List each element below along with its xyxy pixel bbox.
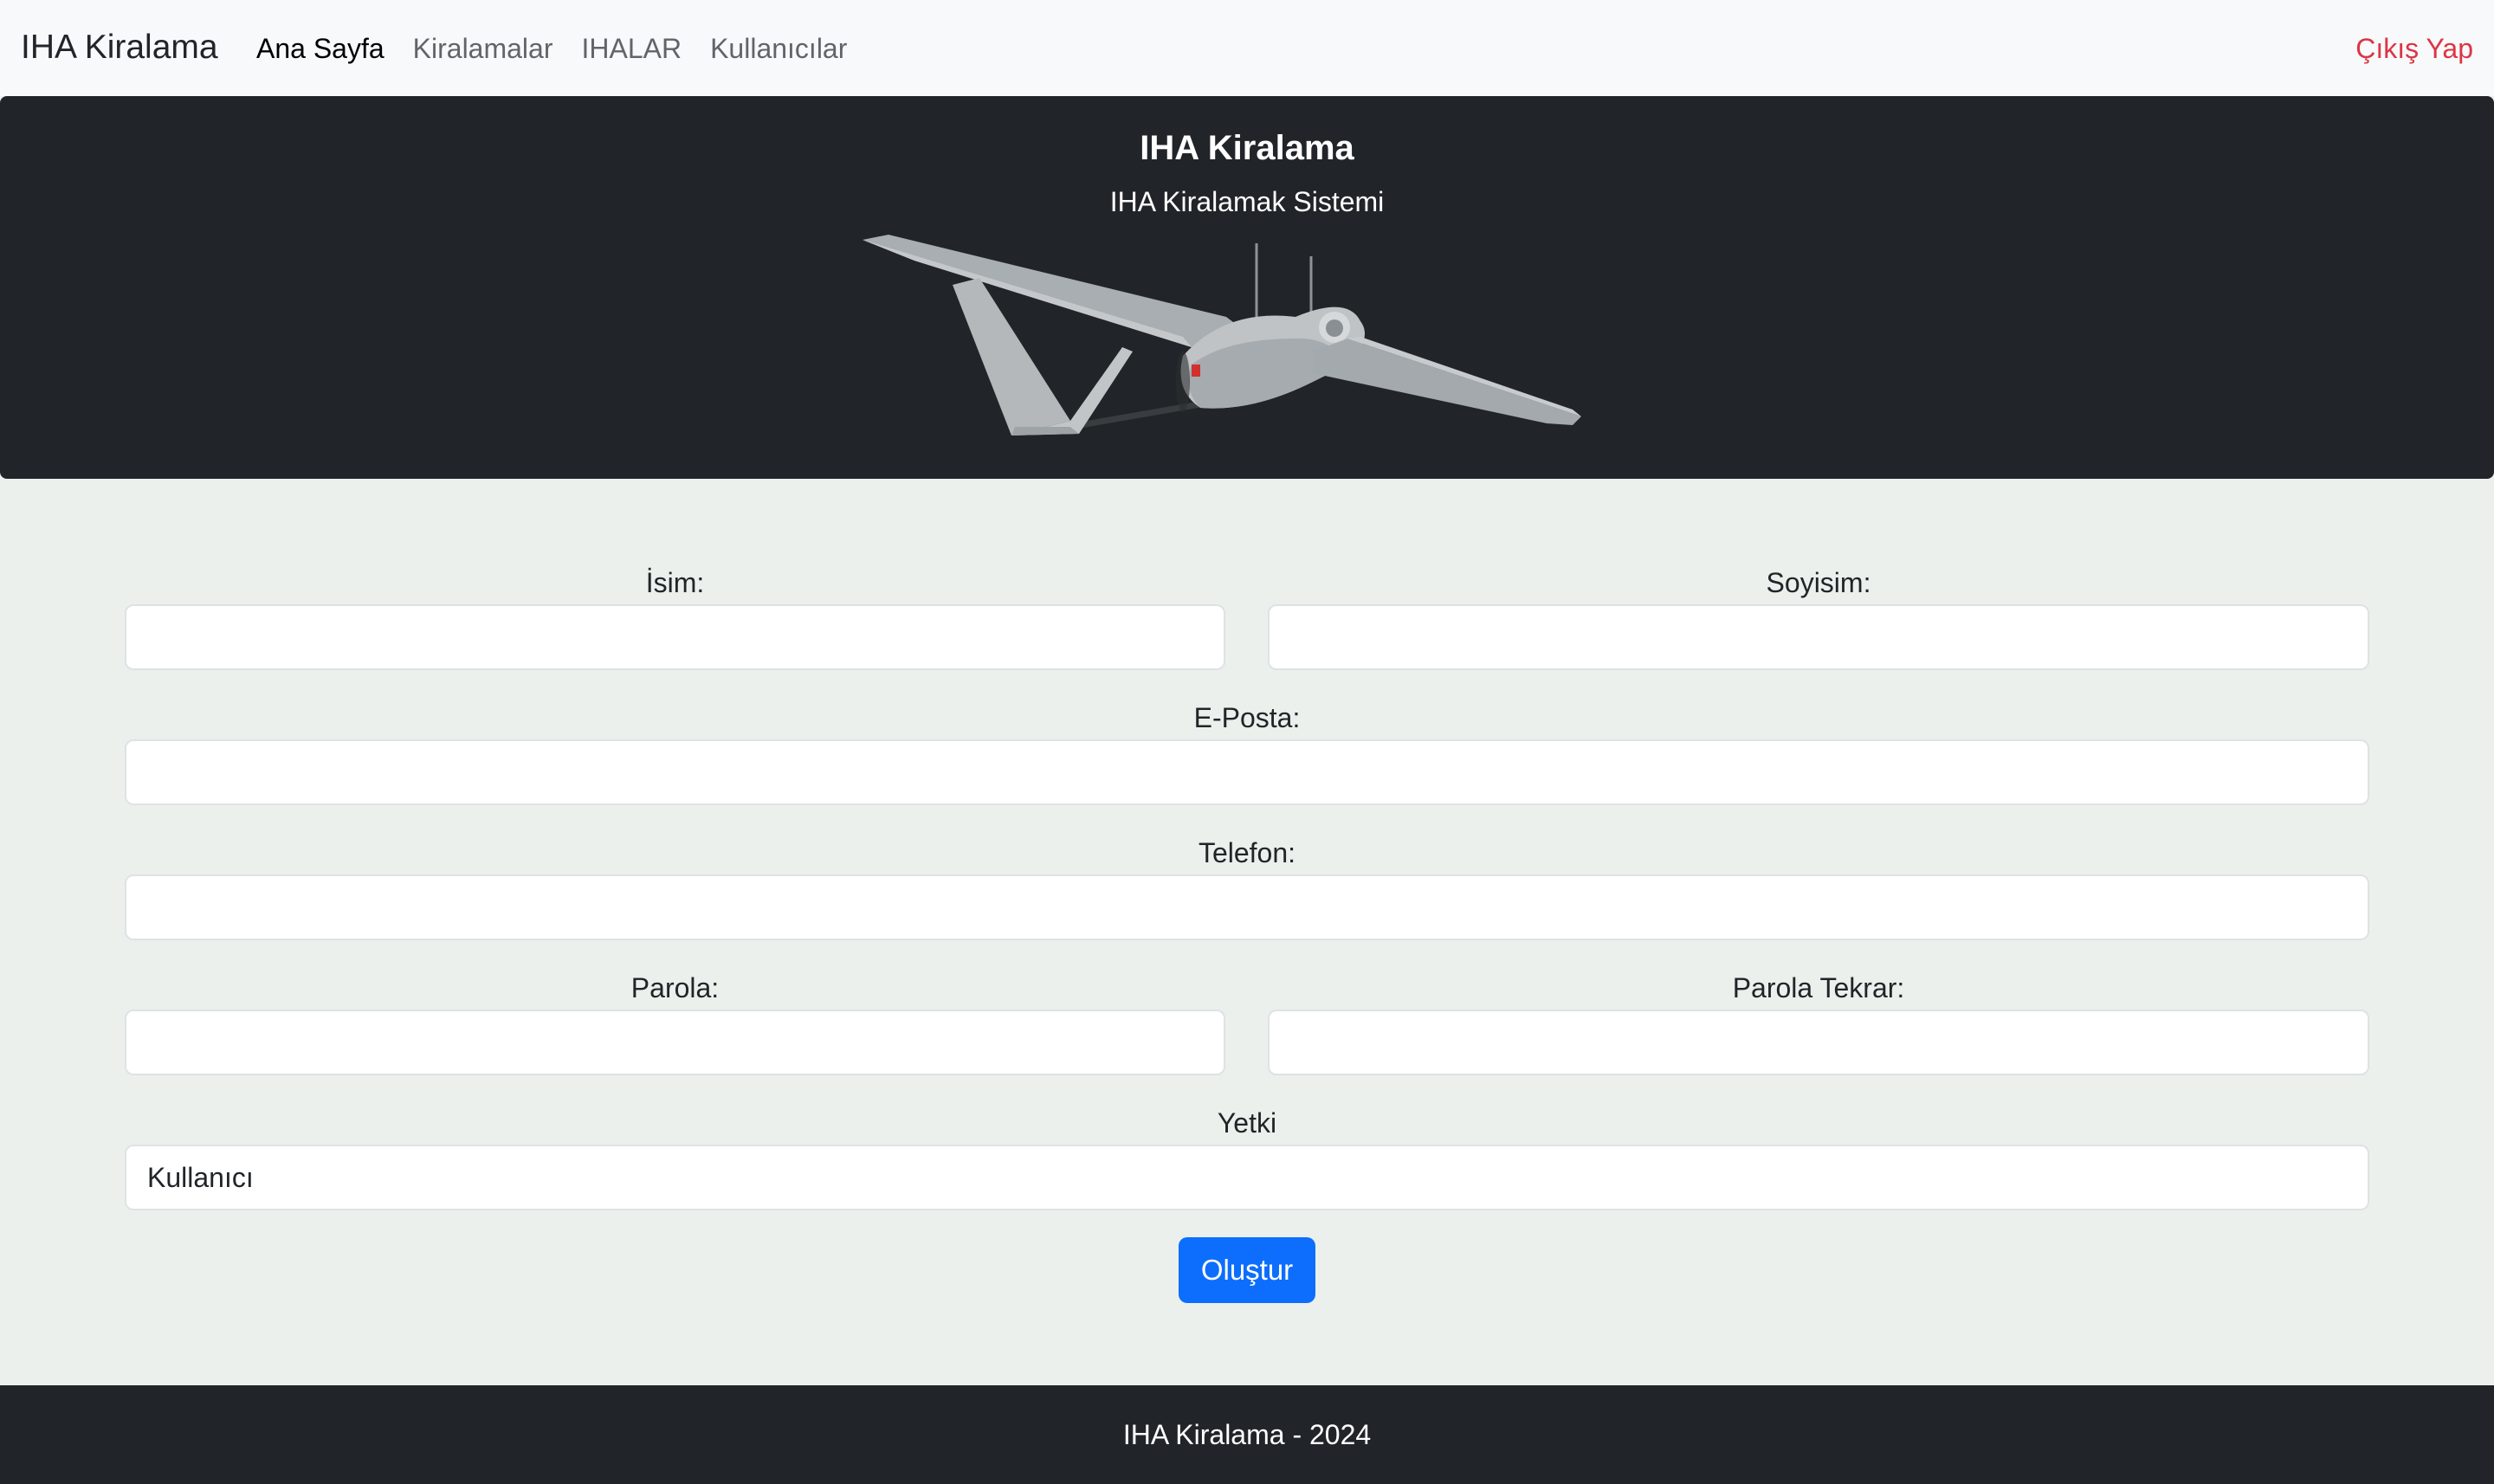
footer-text: IHA Kiralama - 2024 [1122,1419,1372,1450]
role-label: Yetki [1217,1107,1277,1139]
navbar-brand[interactable]: IHA Kiralama [21,26,218,69]
hero-title: IHA Kiralama [1140,129,1354,167]
hero-subtitle: IHA Kiralamak Sistemi [1109,186,1385,217]
email-input[interactable] [125,739,2369,805]
last-name-label: Soyisim: [1766,567,1871,598]
email-label: E-Posta: [1193,702,1301,733]
password-input[interactable] [125,1010,1225,1075]
nav-link-kullanicilar[interactable]: Kullanıcılar [710,31,847,66]
phone-input[interactable] [125,874,2369,940]
create-button[interactable]: Oluştur [1179,1237,1315,1303]
role-select[interactable]: Kullanıcı [125,1145,2369,1210]
drone-image [863,235,1581,436]
last-name-input[interactable] [1268,604,2369,670]
footer: IHA Kiralama - 2024 [0,1385,2494,1484]
navbar: IHA Kiralama Ana Sayfa Kiralamalar IHALA… [0,0,2494,96]
phone-label: Telefon: [1198,837,1296,868]
first-name-label: İsim: [645,567,705,598]
nav-link-ana-sayfa[interactable]: Ana Sayfa [256,31,384,66]
logout-link[interactable]: Çıkış Yap [2355,31,2473,66]
password-repeat-label: Parola Tekrar: [1732,972,1905,1003]
nav-link-kiralamalar[interactable]: Kiralamalar [413,31,553,66]
nav-link-ihalar[interactable]: IHALAR [581,31,682,66]
first-name-input[interactable] [125,604,1225,670]
password-repeat-input[interactable] [1268,1010,2369,1075]
password-label: Parola: [630,972,720,1003]
nav-links: Ana Sayfa Kiralamalar IHALAR Kullanıcıla… [256,31,875,66]
hero-banner: IHA Kiralama IHA Kiralamak Sistemi [0,96,2494,479]
